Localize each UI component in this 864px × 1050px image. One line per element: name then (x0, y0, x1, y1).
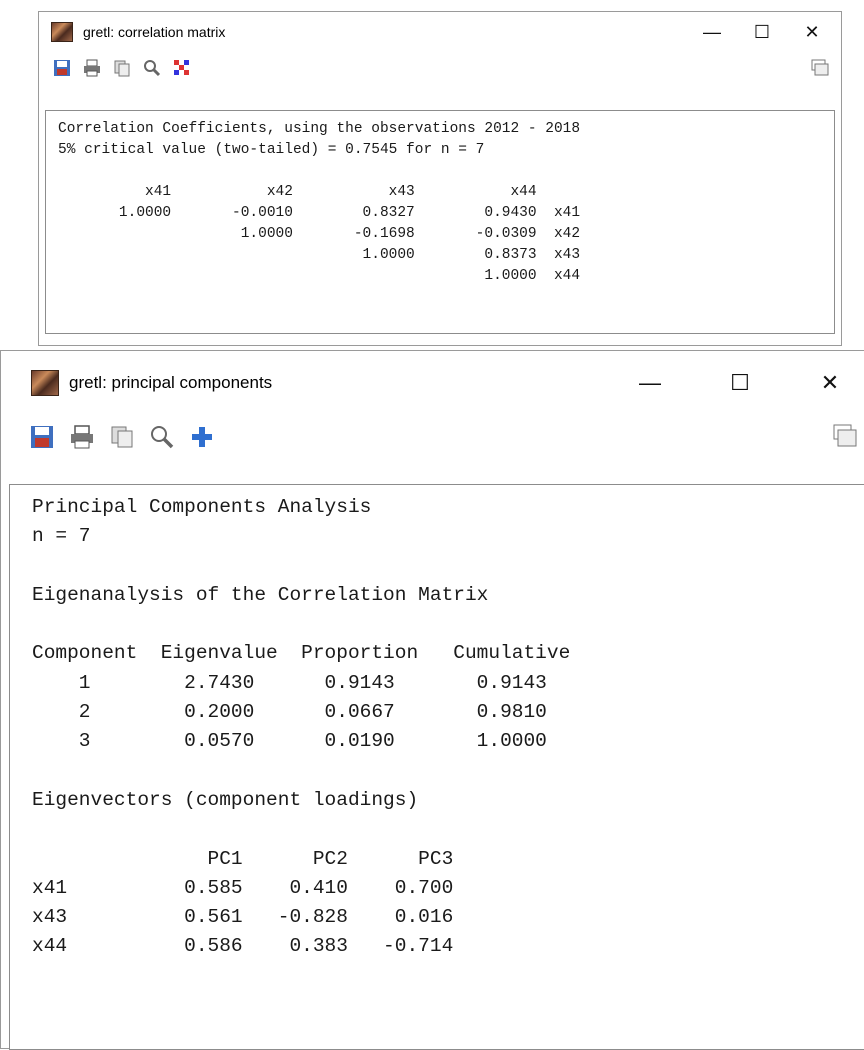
output-line: 1.0000 x44 (58, 268, 581, 284)
output-line: PC1 PC2 PC3 (32, 847, 454, 870)
output-line: Component Eigenvalue Proportion Cumulati… (32, 642, 571, 665)
output-line: 1.0000 -0.0010 0.8327 0.9430 x41 (58, 205, 581, 221)
toolbar (1, 415, 864, 459)
window-title: gretl: principal components (69, 373, 273, 392)
zoom-icon[interactable] (147, 422, 177, 452)
output-text-area[interactable]: Principal Components Analysis n = 7 Eigen… (9, 484, 864, 1050)
output-line: Principal Components Analysis (32, 496, 372, 518)
window-list-icon[interactable] (807, 55, 833, 81)
print-icon[interactable] (79, 55, 105, 81)
save-icon[interactable] (49, 55, 75, 81)
output-line: 5% critical value (two-tailed) = 0.7545 … (58, 142, 485, 158)
save-icon[interactable] (27, 422, 57, 452)
toolbar (39, 52, 841, 84)
output-line: x41 x42 x43 x44 (58, 184, 537, 200)
correlation-matrix-window: gretl: correlation matrix — ☐ ✕ Correlat… (38, 11, 842, 346)
close-button[interactable]: ✕ (789, 12, 835, 52)
output-line: 2 0.2000 0.0667 0.9810 (32, 701, 547, 724)
output-line: 1 2.7430 0.9143 0.9143 (32, 671, 547, 694)
close-button[interactable]: ✕ (800, 351, 860, 415)
output-line: 1.0000 0.8373 x43 (58, 247, 581, 263)
gretl-app-icon (31, 370, 59, 396)
maximize-button[interactable]: ☐ (739, 12, 785, 52)
output-line: x44 0.586 0.383 -0.714 (32, 935, 454, 958)
window-list-icon[interactable] (830, 421, 860, 451)
add-icon[interactable] (187, 422, 217, 452)
output-text-area[interactable]: Correlation Coefficients, using the obse… (45, 110, 835, 334)
output-line: Correlation Coefficients, using the obse… (58, 121, 581, 137)
print-icon[interactable] (67, 422, 97, 452)
minimize-button[interactable]: — (689, 12, 735, 52)
maximize-button[interactable]: ☐ (710, 351, 770, 415)
correlation-output: Correlation Coefficients, using the obse… (58, 119, 834, 287)
output-line: n = 7 (32, 525, 91, 548)
output-line: 3 0.0570 0.0190 1.0000 (32, 730, 547, 753)
titlebar: gretl: principal components — ☐ ✕ (1, 351, 864, 415)
copy-icon[interactable] (107, 422, 137, 452)
output-line: x41 0.585 0.410 0.700 (32, 876, 454, 899)
principal-components-window: gretl: principal components — ☐ ✕ Princi… (0, 350, 864, 1050)
output-line: 1.0000 -0.1698 -0.0309 x42 (58, 226, 581, 242)
output-line: x43 0.561 -0.828 0.016 (32, 906, 454, 929)
minimize-button[interactable]: — (620, 351, 680, 415)
copy-icon[interactable] (109, 55, 135, 81)
output-line: Eigenvectors (component loadings) (32, 788, 419, 811)
zoom-icon[interactable] (139, 55, 165, 81)
window-title: gretl: correlation matrix (83, 24, 226, 40)
gretl-app-icon (51, 22, 73, 42)
titlebar: gretl: correlation matrix — ☐ ✕ (39, 12, 841, 52)
heatmap-icon[interactable] (169, 55, 195, 81)
output-line: Eigenanalysis of the Correlation Matrix (32, 583, 489, 606)
pca-output: Principal Components Analysis n = 7 Eigen… (32, 493, 864, 962)
